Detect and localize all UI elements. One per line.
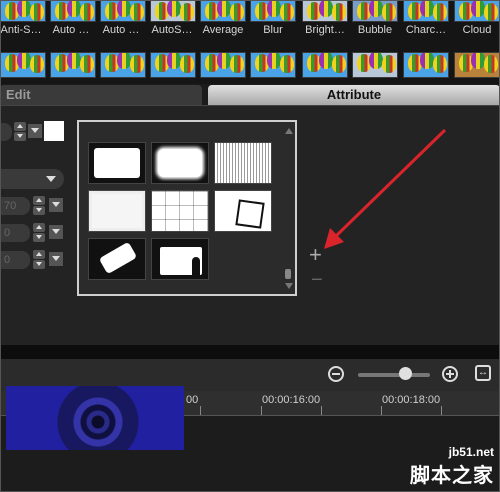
watermark: jb51.net 脚本之家: [410, 445, 494, 488]
ruler-tick: [441, 406, 442, 415]
ruler-tick: [200, 406, 201, 415]
ruler-tick: [381, 406, 382, 415]
zoom-in-icon[interactable]: [442, 366, 458, 382]
ruler-tick-label: 00: [186, 394, 199, 406]
watermark-site: jb51.net: [448, 445, 494, 459]
ruler-tick: [261, 406, 262, 415]
timeline-clip-thumbnail[interactable]: [6, 386, 184, 450]
zoom-slider-knob[interactable]: [399, 367, 413, 380]
ruler-tick-label: 00:00:16:00: [262, 394, 321, 406]
timeline-divider: [0, 345, 500, 359]
ruler-tick: [321, 406, 322, 415]
zoom-slider[interactable]: [358, 373, 430, 377]
zoom-out-icon[interactable]: [328, 366, 344, 382]
watermark-brand: 脚本之家: [410, 465, 494, 487]
ruler-tick-label: 00:00:18:00: [382, 394, 441, 406]
fit-to-window-icon[interactable]: ↔: [475, 365, 491, 381]
